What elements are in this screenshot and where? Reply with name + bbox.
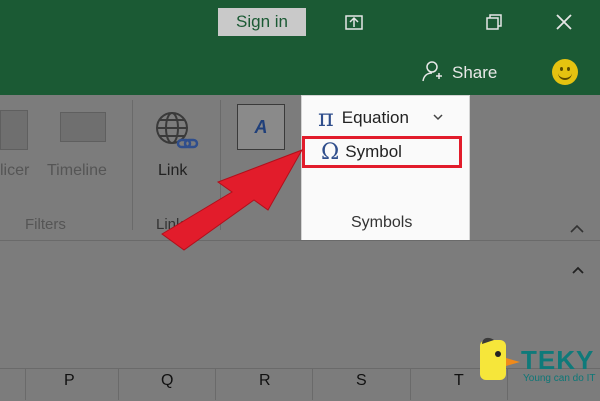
smiley-feedback-icon[interactable] — [552, 59, 578, 85]
scroll-up-icon[interactable] — [572, 262, 584, 278]
column-divider — [25, 368, 26, 400]
chevron-down-icon[interactable] — [433, 112, 443, 124]
share-label: Share — [452, 63, 498, 82]
close-icon[interactable] — [550, 8, 578, 36]
equation-label: Equation — [341, 108, 409, 127]
symbol-label: Symbol — [345, 142, 402, 161]
link-button[interactable]: Link — [158, 162, 187, 180]
symbol-button[interactable]: Ω Symbol — [302, 136, 462, 168]
timeline-icon — [60, 112, 106, 142]
timeline-button[interactable]: Timeline — [47, 162, 107, 180]
omega-icon: Ω — [321, 139, 340, 165]
column-header-q[interactable]: Q — [161, 372, 173, 390]
restore-icon[interactable] — [340, 8, 368, 36]
group-divider — [220, 100, 221, 230]
column-header-s[interactable]: S — [356, 372, 367, 390]
link-globe-icon — [152, 108, 200, 161]
text-box-icon[interactable]: A — [237, 104, 285, 150]
teky-brand-text: TEKY — [521, 345, 595, 375]
links-group-label: Links — [156, 216, 192, 233]
teky-tagline: Young can do IT — [523, 373, 596, 384]
column-divider — [410, 368, 411, 400]
sign-in-button[interactable]: Sign in — [218, 8, 306, 36]
column-divider — [215, 368, 216, 400]
symbols-group-label: Symbols — [351, 214, 413, 231]
column-header-r[interactable]: R — [259, 372, 271, 390]
maximize-icon[interactable] — [480, 8, 508, 36]
collapse-ribbon-icon[interactable] — [570, 218, 584, 239]
column-header-p[interactable]: P — [64, 372, 75, 390]
slicer-label[interactable]: licer — [0, 162, 29, 180]
column-divider — [312, 368, 313, 400]
slicer-icon — [0, 110, 28, 150]
share-button[interactable]: Share — [420, 58, 497, 88]
filters-group-label: Filters — [25, 216, 66, 233]
equation-button[interactable]: π Equation — [318, 104, 409, 132]
group-divider — [132, 100, 133, 230]
column-header-t[interactable]: T — [454, 372, 464, 390]
column-divider — [118, 368, 119, 400]
pi-icon: π — [318, 104, 334, 132]
person-icon — [420, 59, 444, 88]
